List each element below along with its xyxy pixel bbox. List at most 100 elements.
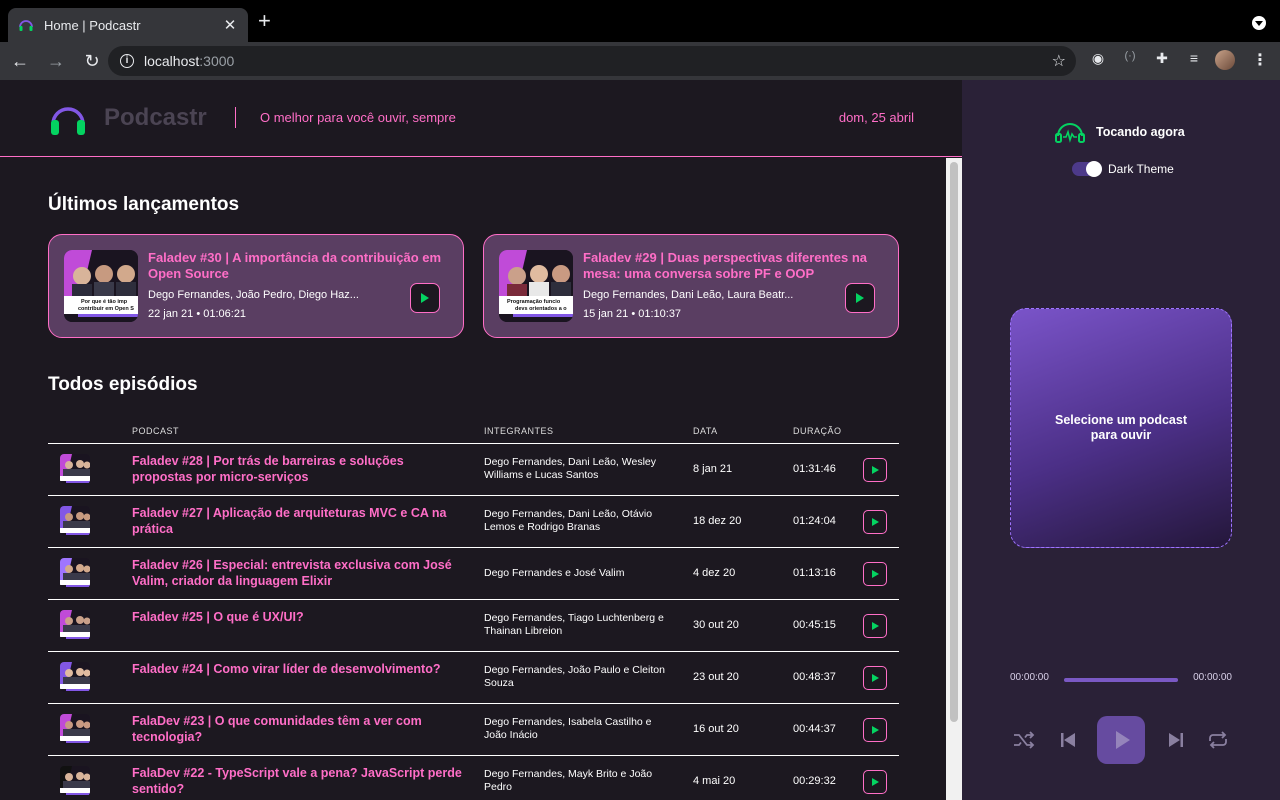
media-queue-icon[interactable]: ≡ xyxy=(1184,50,1204,70)
latest-episode-card[interactable]: Programação funcio devs orientados a o 3… xyxy=(483,234,899,338)
next-button[interactable] xyxy=(1162,726,1190,754)
latest-section-title: Últimos lançamentos xyxy=(48,194,240,215)
current-date: dom, 25 abril xyxy=(838,110,914,125)
play-episode-button[interactable] xyxy=(863,666,887,690)
table-row[interactable]: Faladev #25 | O que é UX/UI? Dego Fernand… xyxy=(48,600,899,652)
table-row[interactable]: FalaDev #23 | O que comunidades têm a ve… xyxy=(48,704,899,756)
forward-icon[interactable]: → xyxy=(40,45,72,77)
empty-player-text: Selecione um podcast para ouvir xyxy=(1055,413,1187,442)
episode-title[interactable]: Faladev #28 | Por trás de barreiras e so… xyxy=(132,453,462,485)
extensions-puzzle-icon[interactable]: ✚ xyxy=(1152,50,1172,70)
episode-thumbnail xyxy=(60,766,90,796)
cast-extension-icon[interactable]: (·) xyxy=(1120,50,1140,70)
theme-toggle[interactable]: Dark Theme xyxy=(1072,161,1174,177)
episode-thumbnail xyxy=(60,714,90,744)
play-icon xyxy=(871,726,879,734)
play-episode-button[interactable] xyxy=(863,718,887,742)
dark-theme-switch[interactable] xyxy=(1072,161,1102,177)
new-tab-icon[interactable]: + xyxy=(258,10,271,32)
column-members: INTEGRANTES xyxy=(484,426,554,436)
play-episode-button[interactable] xyxy=(845,283,875,313)
episode-members: Dego Fernandes, Mayk Brito e João Pedro xyxy=(484,768,653,793)
previous-button[interactable] xyxy=(1054,726,1082,754)
table-body: Faladev #28 | Por trás de barreiras e so… xyxy=(48,444,899,800)
episode-date: 4 dez 20 xyxy=(693,567,736,579)
episodes-table: PODCAST INTEGRANTES DATA DURAÇÃO Faladev… xyxy=(48,420,899,800)
play-icon xyxy=(871,466,879,474)
episode-title[interactable]: Faladev #25 | O que é UX/UI? xyxy=(132,609,462,625)
content-scroll[interactable]: Últimos lançamentos Por que é tão imp co… xyxy=(0,158,946,800)
episode-title[interactable]: Faladev #24 | Como virar líder de desenv… xyxy=(132,661,462,677)
play-episode-button[interactable] xyxy=(410,283,440,313)
brand-name: Podcastr xyxy=(104,104,207,131)
browser-tab[interactable]: Home | Podcastr ✕ xyxy=(8,8,248,42)
play-episode-button[interactable] xyxy=(863,510,887,534)
episode-thumbnail: Programação funcio devs orientados a o 3 xyxy=(499,250,573,322)
table-row[interactable]: FalaDev #22 - TypeScript vale a pena? Ja… xyxy=(48,756,899,800)
shuffle-icon xyxy=(1014,731,1035,749)
episode-date: 4 mai 20 xyxy=(693,775,736,787)
table-row[interactable]: Faladev #27 | Aplicação de arquiteturas … xyxy=(48,496,899,548)
progress-slider[interactable] xyxy=(1064,678,1178,682)
scrollbar[interactable] xyxy=(946,158,962,800)
tab-close-icon[interactable]: ✕ xyxy=(222,16,238,34)
episode-title[interactable]: FalaDev #22 - TypeScript vale a pena? Ja… xyxy=(132,765,462,797)
skip-next-icon xyxy=(1169,733,1183,747)
thumbnail-number: 3 xyxy=(501,307,505,314)
episode-duration: 00:48:37 xyxy=(793,671,836,683)
now-playing-label: Tocando agora xyxy=(1096,125,1185,139)
episode-members: Dego Fernandes, Dani Leão, Otávio Lemos … xyxy=(484,508,653,533)
table-row[interactable]: Faladev #28 | Por trás de barreiras e so… xyxy=(48,444,899,496)
column-podcast: PODCAST xyxy=(132,426,180,436)
thumbnail-caption-line2: devs orientados a o xyxy=(515,306,567,312)
episode-meta: 22 jan 21 • 01:06:21 xyxy=(148,308,247,320)
latest-episode-card[interactable]: Por que é tão imp contribuir em Open S 4… xyxy=(48,234,464,338)
episode-members: Dego Fernandes e José Valim xyxy=(484,567,625,579)
tab-search-icon[interactable] xyxy=(1252,16,1266,30)
tagline: O melhor para você ouvir, sempre xyxy=(260,110,456,125)
play-episode-button[interactable] xyxy=(863,562,887,586)
play-icon xyxy=(871,674,879,682)
episode-members: Dego Fernandes, João Pedro, Diego Haz... xyxy=(148,289,359,301)
episode-title[interactable]: FalaDev #23 | O que comunidades têm a ve… xyxy=(132,713,462,745)
thumbnail-number: 4 xyxy=(66,307,70,314)
play-icon xyxy=(871,570,879,578)
repeat-icon xyxy=(1209,731,1227,749)
site-info-icon[interactable]: i xyxy=(120,54,134,68)
address-bar[interactable]: i localhost:3000 ☆ xyxy=(108,46,1076,76)
episode-duration: 01:31:46 xyxy=(793,463,836,475)
shuffle-button[interactable] xyxy=(1010,726,1038,754)
episode-date: 15 jan 21 xyxy=(583,308,629,320)
player-controls xyxy=(1010,716,1232,764)
episode-title[interactable]: Faladev #29 | Duas perspectivas diferent… xyxy=(583,250,883,282)
reload-icon[interactable]: ↻ xyxy=(76,45,108,77)
episode-duration: 01:13:16 xyxy=(793,567,836,579)
thumbnail-caption-line1: Programação funcio xyxy=(507,299,561,305)
table-row[interactable]: Faladev #24 | Como virar líder de desenv… xyxy=(48,652,899,704)
episode-date: 8 jan 21 xyxy=(693,463,733,475)
table-row[interactable]: Faladev #26 | Especial: entrevista exclu… xyxy=(48,548,899,600)
play-episode-button[interactable] xyxy=(863,458,887,482)
url-port: :3000 xyxy=(199,53,235,69)
episode-title[interactable]: Faladev #26 | Especial: entrevista exclu… xyxy=(132,557,462,589)
play-icon xyxy=(871,778,879,786)
play-episode-button[interactable] xyxy=(863,770,887,794)
play-button[interactable] xyxy=(1097,716,1145,764)
column-duration: DURAÇÃO xyxy=(793,426,842,436)
episode-title[interactable]: Faladev #27 | Aplicação de arquiteturas … xyxy=(132,505,462,537)
bookmark-star-icon[interactable]: ☆ xyxy=(1052,51,1066,71)
episode-duration: 00:45:15 xyxy=(793,619,836,631)
episode-date: 18 dez 20 xyxy=(693,515,742,527)
play-episode-button[interactable] xyxy=(863,614,887,638)
headphones-icon xyxy=(19,20,33,31)
episode-duration: 01:10:37 xyxy=(638,308,682,320)
profile-avatar[interactable] xyxy=(1215,50,1235,70)
browser-menu-icon[interactable]: ⋮ xyxy=(1252,50,1268,70)
repeat-button[interactable] xyxy=(1204,726,1232,754)
episode-title[interactable]: Faladev #30 | A importância da contribui… xyxy=(148,250,448,282)
episode-date: 22 jan 21 xyxy=(148,308,194,320)
back-icon[interactable]: ← xyxy=(4,45,36,77)
scrollbar-thumb[interactable] xyxy=(950,162,958,722)
current-time: 00:00:00 xyxy=(1010,672,1049,683)
extension-icon[interactable]: ◉ xyxy=(1088,50,1108,70)
